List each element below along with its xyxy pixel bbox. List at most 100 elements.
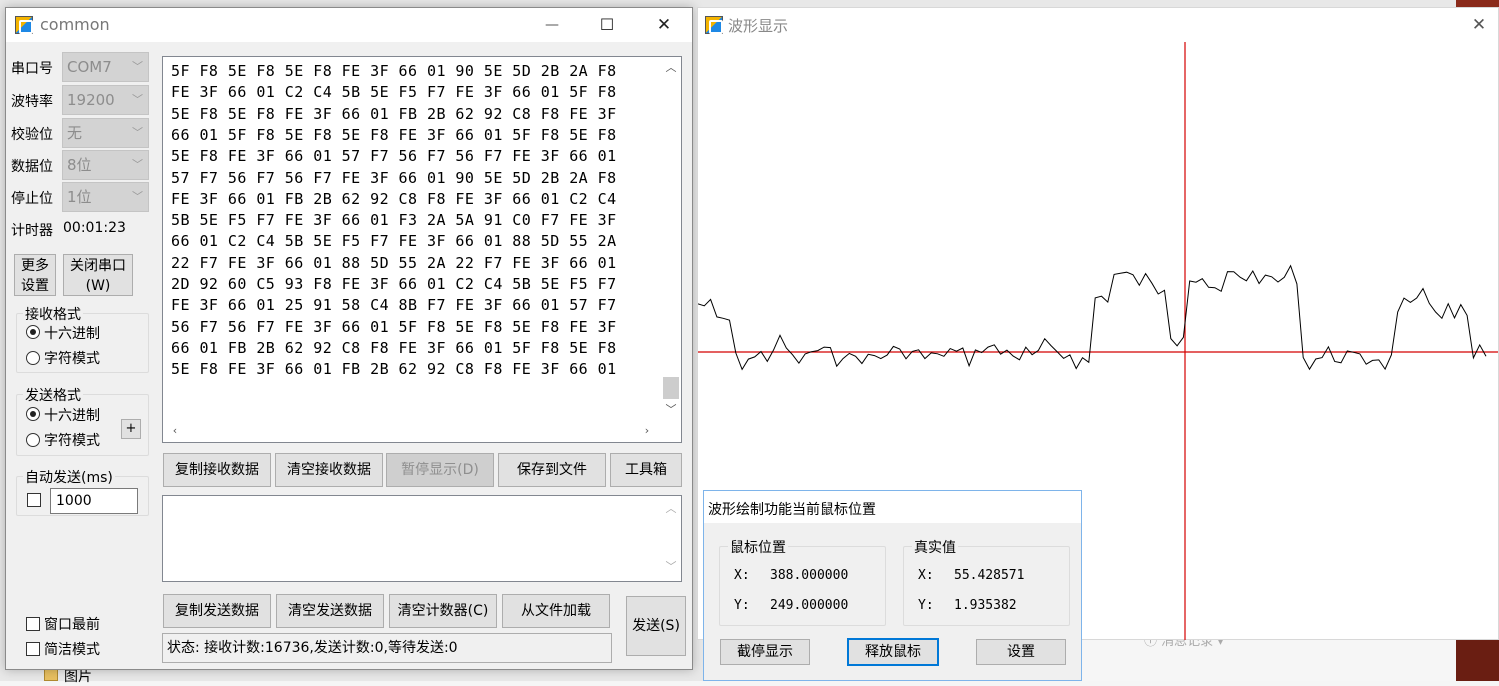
hex-line: 57 F7 56 F7 56 F7 FE 3F 66 01 90 5E 5D 2… xyxy=(171,168,617,187)
chevron-left-icon[interactable]: ‹ xyxy=(165,424,185,437)
chevron-up-icon[interactable]: ︿ xyxy=(661,59,681,75)
receive-data-area[interactable]: 5F F8 5E F8 5E F8 FE 3F 66 01 90 5E 5D 2… xyxy=(162,56,682,443)
serial-port-value: COM7 xyxy=(67,58,112,76)
mouse-x-label: X: xyxy=(734,568,750,583)
background-panel xyxy=(1082,640,1456,681)
load-from-file-button[interactable]: 从文件加载 xyxy=(502,594,610,628)
receive-char-radio[interactable] xyxy=(26,351,40,365)
status-bar: 状态: 接收计数:16736,发送计数:0,等待发送:0 xyxy=(162,633,612,663)
more-settings-line1: 更多 xyxy=(21,258,49,274)
real-y-value: 1.935382 xyxy=(954,598,1017,613)
copy-send-button[interactable]: 复制发送数据 xyxy=(163,594,271,628)
send-char-label[interactable]: 字符模式 xyxy=(44,430,100,450)
simple-mode-checkbox[interactable] xyxy=(26,642,40,656)
hex-line: 2D 92 60 C5 93 F8 FE 3F 66 01 C2 C4 5B 5… xyxy=(171,275,617,293)
chevron-down-icon: ﹀ xyxy=(132,93,143,106)
parity-combo[interactable]: 无 ﹀ xyxy=(62,118,149,148)
more-settings-line2: 设置 xyxy=(21,278,49,294)
timer-value: 00:01:23 xyxy=(63,220,126,236)
send-button[interactable]: 发送(S) xyxy=(626,596,686,656)
release-mouse-button[interactable]: 释放鼠标 xyxy=(847,638,939,666)
chevron-down-icon: ﹀ xyxy=(132,126,143,139)
wave-close-button[interactable]: ✕ xyxy=(1456,8,1499,42)
simple-mode-label[interactable]: 简洁模式 xyxy=(44,639,100,659)
chevron-down-icon: ﹀ xyxy=(132,60,143,73)
data-bits-label: 数据位 xyxy=(11,159,53,175)
stop-bits-combo[interactable]: 1位 ﹀ xyxy=(62,182,149,212)
hex-line: 5F F8 5E F8 5E F8 FE 3F 66 01 90 5E 5D 2… xyxy=(171,62,617,80)
close-port-line2: (W) xyxy=(85,278,111,294)
maximize-button[interactable]: ☐ xyxy=(584,8,630,42)
close-port-button[interactable]: 关闭串口 (W) xyxy=(63,254,133,296)
clear-send-button[interactable]: 清空发送数据 xyxy=(276,594,384,628)
window-top-label[interactable]: 窗口最前 xyxy=(44,614,100,634)
save-to-file-button[interactable]: 保存到文件 xyxy=(498,453,606,487)
hex-line: 66 01 C2 C4 5B 5E F5 F7 FE 3F 66 01 88 5… xyxy=(171,232,617,251)
parity-value: 无 xyxy=(67,124,83,142)
serial-port-label: 串口号 xyxy=(11,61,53,77)
receive-vertical-scrollbar[interactable]: ︿ ﹀ xyxy=(661,57,681,422)
close-port-line1: 关闭串口 xyxy=(70,258,126,274)
folder-icon xyxy=(44,669,58,681)
plus-button[interactable]: + xyxy=(121,419,141,439)
baud-rate-value: 19200 xyxy=(67,91,115,109)
hex-line: 66 01 FB 2B 62 92 C8 F8 FE 3F 66 01 5F F… xyxy=(171,338,617,357)
chevron-right-icon[interactable]: › xyxy=(637,424,657,437)
close-button[interactable]: ✕ xyxy=(641,8,687,42)
stop-bits-label: 停止位 xyxy=(11,191,53,207)
baud-rate-combo[interactable]: 19200 ﹀ xyxy=(62,85,149,115)
send-hex-radio[interactable] xyxy=(26,407,40,421)
send-format-title: 发送格式 xyxy=(23,385,83,405)
pause-display-button[interactable]: 暂停显示(D) xyxy=(386,453,494,487)
auto-send-checkbox[interactable] xyxy=(27,493,41,507)
baud-rate-label: 波特率 xyxy=(11,94,53,110)
receive-hex-label[interactable]: 十六进制 xyxy=(44,323,100,343)
serial-port-combo[interactable]: COM7 ﹀ xyxy=(62,52,149,82)
hex-line: 5E F8 5E F8 FE 3F 66 01 FB 2B 62 92 C8 F… xyxy=(171,104,617,123)
chevron-down-icon[interactable]: ﹀ xyxy=(661,558,681,574)
hex-line: 5E F8 FE 3F 66 01 57 F7 56 F7 56 F7 FE 3… xyxy=(171,147,617,166)
toolbox-button[interactable]: 工具箱 xyxy=(610,453,682,487)
real-y-label: Y: xyxy=(918,598,934,613)
mouse-position-title: 鼠标位置 xyxy=(728,537,788,557)
receive-horizontal-scrollbar[interactable]: ‹ › xyxy=(163,422,681,442)
real-x-value: 55.428571 xyxy=(954,568,1025,583)
hex-line: 5B 5E F5 F7 FE 3F 66 01 F3 2A 5A 91 C0 F… xyxy=(171,211,617,230)
window-top-checkbox[interactable] xyxy=(26,617,40,631)
send-hex-label[interactable]: 十六进制 xyxy=(44,405,100,425)
mouse-position-group: 鼠标位置 X: 388.000000 Y: 249.000000 xyxy=(719,537,886,626)
auto-send-interval-input[interactable]: 1000 xyxy=(50,488,138,514)
hex-line: FE 3F 66 01 FB 2B 62 92 C8 F8 FE 3F 66 0… xyxy=(171,189,617,208)
real-value-group: 真实值 X: 55.428571 Y: 1.935382 xyxy=(903,537,1070,626)
common-window-title: common xyxy=(40,15,110,34)
receive-char-label[interactable]: 字符模式 xyxy=(44,348,100,368)
real-value-title: 真实值 xyxy=(912,537,958,557)
chevron-down-icon[interactable]: ﹀ xyxy=(661,401,681,417)
hex-line: FE 3F 66 01 C2 C4 5B 5E F5 F7 FE 3F 66 0… xyxy=(171,83,617,102)
send-char-radio[interactable] xyxy=(26,433,40,447)
popup-settings-button[interactable]: 设置 xyxy=(976,639,1066,665)
wave-app-icon xyxy=(705,16,723,34)
send-data-area[interactable]: ︿ ﹀ xyxy=(162,495,682,582)
mouse-position-dialog: 波形绘制功能当前鼠标位置 鼠标位置 X: 388.000000 Y: 249.0… xyxy=(703,490,1082,681)
hex-line: FE 3F 66 01 25 91 58 C4 8B F7 FE 3F 66 0… xyxy=(171,296,617,315)
scroll-thumb[interactable] xyxy=(663,377,679,399)
wave-window-title: 波形显示 xyxy=(728,17,789,35)
receive-hex-radio[interactable] xyxy=(26,325,40,339)
hex-line: 66 01 5F F8 5E F8 5E F8 FE 3F 66 01 5F F… xyxy=(171,125,617,144)
mouse-x-value: 388.000000 xyxy=(770,568,849,583)
chevron-up-icon[interactable]: ︿ xyxy=(661,500,681,516)
copy-receive-button[interactable]: 复制接收数据 xyxy=(163,453,271,487)
data-bits-combo[interactable]: 8位 ﹀ xyxy=(62,150,149,180)
minimize-button[interactable]: — xyxy=(529,8,575,42)
receive-format-title: 接收格式 xyxy=(23,304,83,324)
clear-counter-button[interactable]: 清空计数器(C) xyxy=(389,594,497,628)
data-bits-value: 8位 xyxy=(67,156,92,174)
auto-send-group: 自动发送(ms) 1000 xyxy=(16,467,149,516)
more-settings-button[interactable]: 更多 设置 xyxy=(14,254,56,296)
clear-receive-button[interactable]: 清空接收数据 xyxy=(275,453,383,487)
pause-display-popup-button[interactable]: 截停显示 xyxy=(720,639,810,665)
common-titlebar: common — ☐ ✕ xyxy=(6,8,692,42)
stop-bits-value: 1位 xyxy=(67,188,92,206)
background-photo-right xyxy=(1456,640,1499,681)
